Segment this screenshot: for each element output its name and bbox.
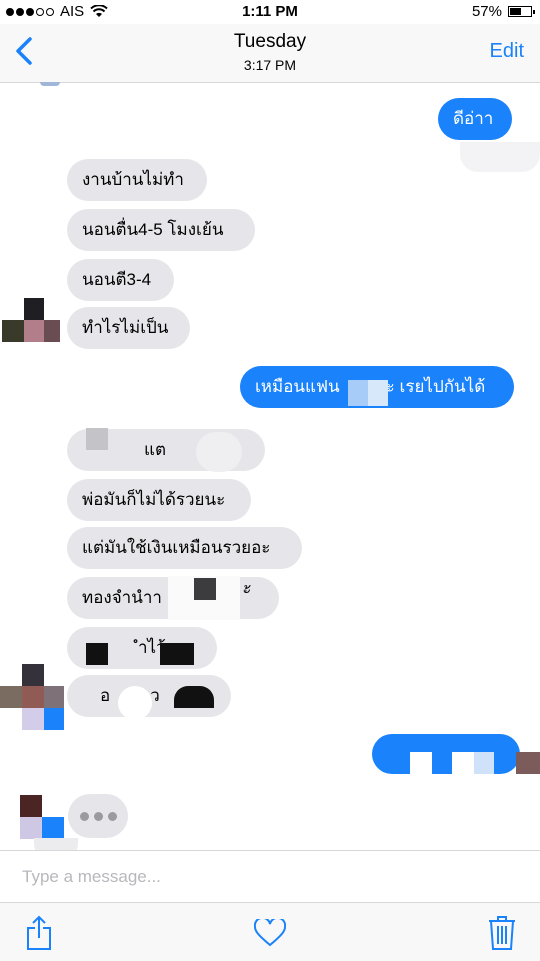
message-text: แต [144,440,166,459]
censor-block [174,686,214,708]
censor-block [410,752,432,774]
bottom-toolbar [0,902,540,961]
avatar-partial [40,82,60,86]
censor-block [196,432,242,472]
censor-block [452,752,474,774]
conversation-day: Tuesday [233,31,307,52]
message-incoming[interactable]: งานบ้านไม่ทำ [67,159,207,201]
message-compose-bar: Type a message... [0,850,540,903]
message-incoming[interactable]: แต่มันใช้เงินเหมือนรวยอะ [67,527,302,569]
censor-block [160,643,194,665]
message-incoming[interactable]: ทำไรไม่เป็น [67,307,190,349]
message-incoming[interactable]: พ่อมันก็ไม่ได้รวยนะ [67,479,251,521]
bubble-shadow [460,142,540,172]
message-outgoing[interactable]: ดีอ่าา [438,98,512,140]
censor-block [348,380,368,406]
message-text: งานบ้านไม่ทำ [82,170,184,189]
battery-icon [508,6,535,17]
censor-block [474,752,494,774]
message-text: แต่มันใช้เงินเหมือนรวยอะ [82,538,271,557]
status-bar: AIS 1:11 PM 57% [0,0,540,24]
message-text: พ่อมันก็ไม่ได้รวยนะ [82,490,226,509]
avatar[interactable] [2,298,60,344]
share-icon[interactable] [26,915,52,951]
message-text: ะ เรยไปกันได้ [385,377,486,396]
censor-block [86,643,108,665]
conversation-time: 3:17 PM [243,57,297,73]
message-text: นอนตี3-4 [82,270,152,289]
avatar[interactable] [0,664,66,730]
edit-button[interactable]: Edit [490,40,524,63]
censor-block [118,686,152,720]
message-text: ทำไรไม่เป็น [82,318,169,337]
avatar[interactable] [20,795,66,841]
heart-icon[interactable] [254,919,286,947]
censor-block [194,578,216,600]
censor-block [368,380,388,406]
trash-icon[interactable] [488,915,516,951]
battery-percentage: 57% [471,3,502,20]
censor-block [86,428,108,450]
message-text: นอนตื่น4-5 โมงเย้น [82,220,224,239]
message-input[interactable]: Type a message... [22,867,161,887]
conversation-header: Tuesday 3:17 PM Edit [0,24,540,83]
typing-indicator [68,794,128,838]
message-incoming[interactable]: นอนตื่น4-5 โมงเย้น [67,209,255,251]
message-incoming[interactable]: นอนตี3-4 [67,259,174,301]
censor-block [516,752,540,774]
message-text: อ [100,686,111,705]
message-text: เหมือนแฟน [255,377,340,396]
message-text: ทองจำนำา [82,588,162,607]
message-text: ดีอ่าา [453,109,494,128]
status-time: 1:11 PM [242,3,298,20]
battery-info: 57% [471,3,535,20]
message-outgoing-censored[interactable] [372,734,520,774]
